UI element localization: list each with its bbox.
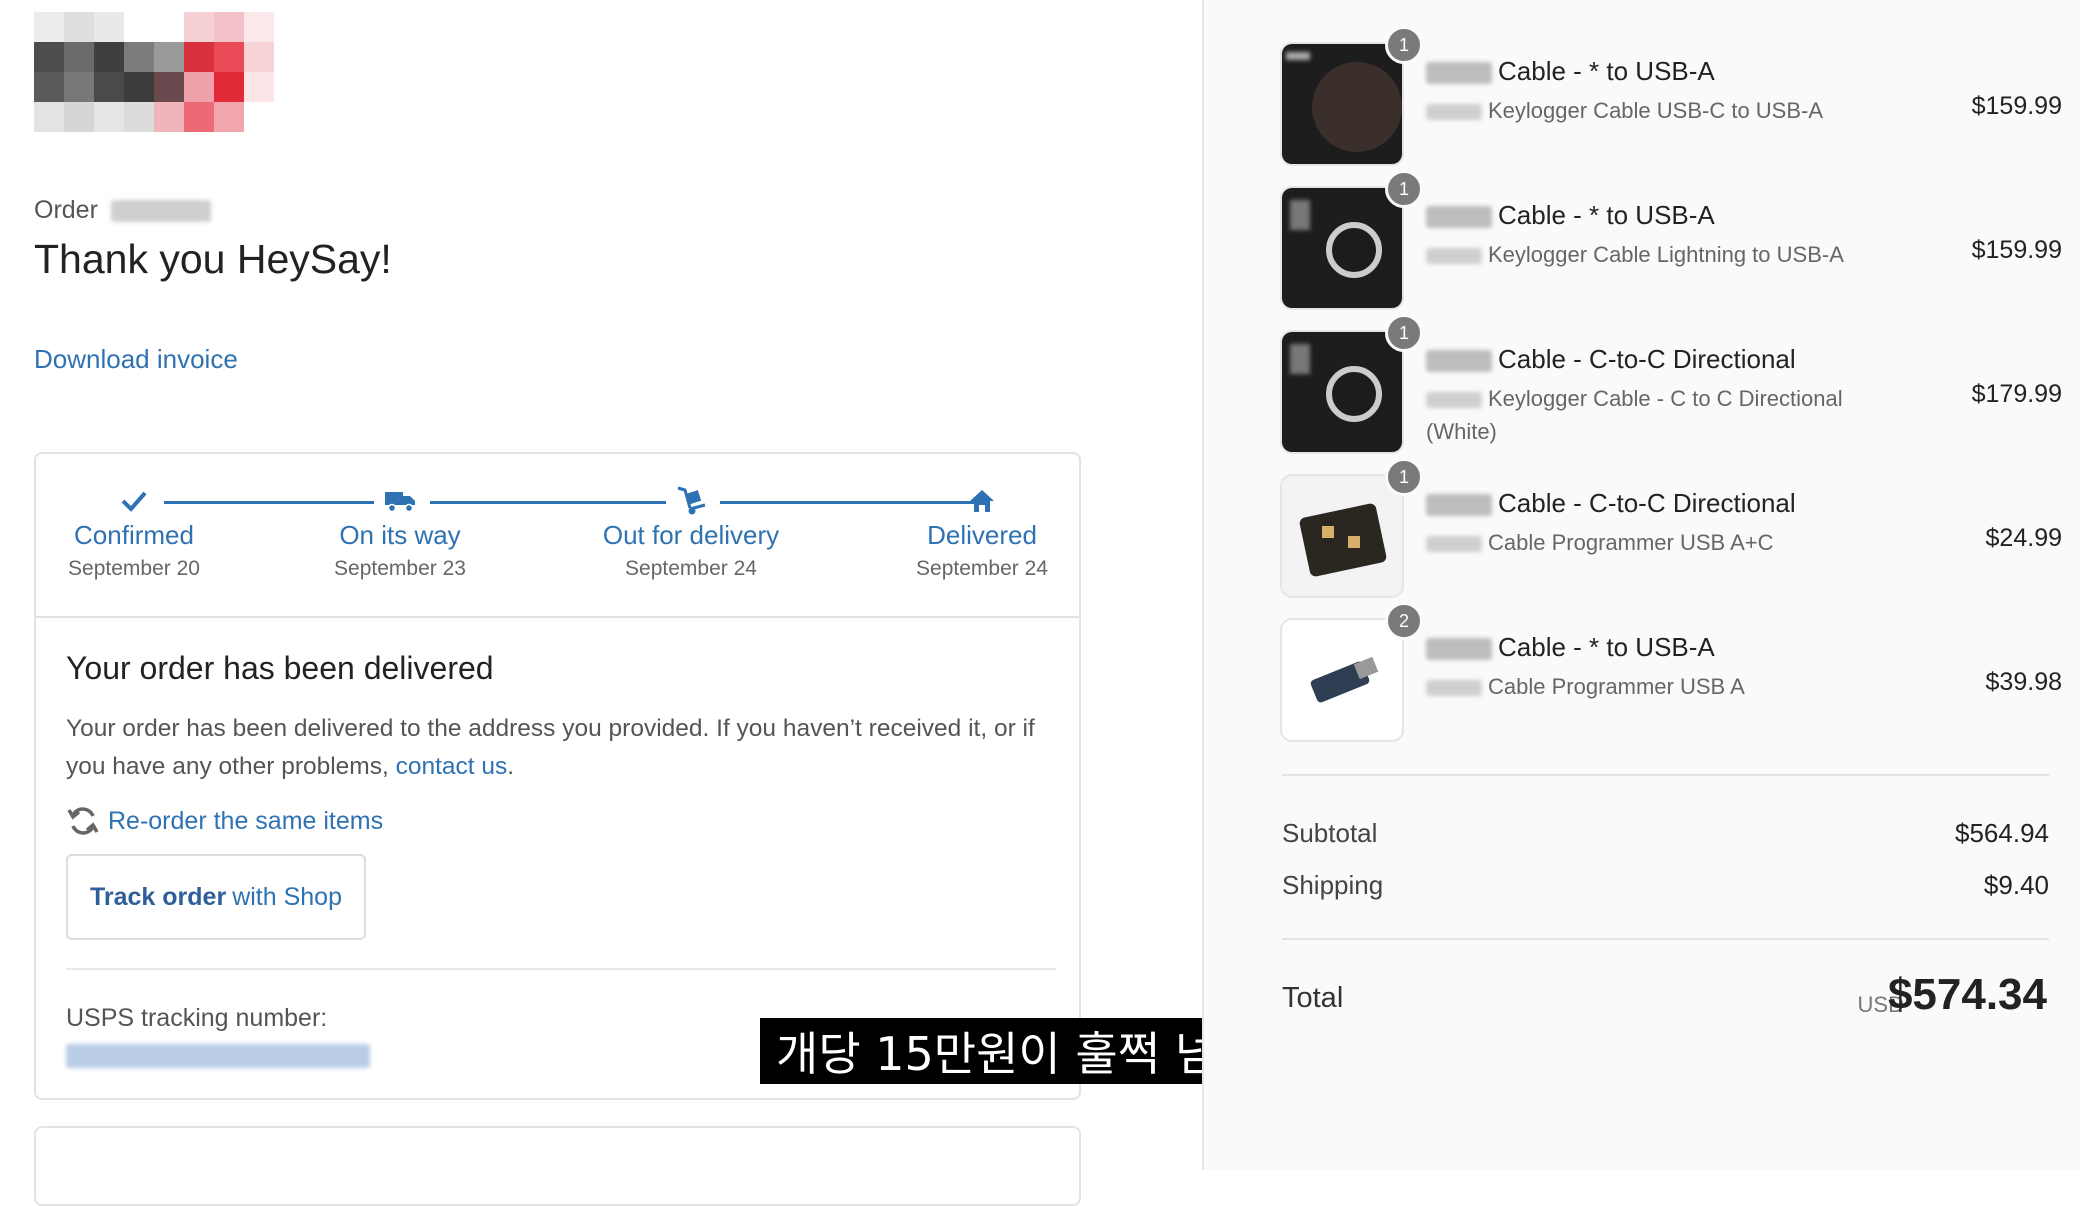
product-image	[1282, 188, 1402, 308]
subtotal-value: $564.94	[1955, 818, 2049, 848]
delivery-status-card: Confirmed September 20 On its way Septem…	[34, 452, 1081, 1100]
quantity-badge: 2	[1385, 602, 1423, 640]
item-name: Cable - * to USB-A	[1426, 56, 1715, 87]
download-invoice-link[interactable]: Download invoice	[34, 344, 238, 375]
subtotal-label: Subtotal	[1282, 818, 1378, 848]
step-on-its-way: On its way September 23	[290, 484, 510, 581]
step-label: Delivered	[927, 520, 1037, 550]
item-variant: Cable Programmer USB A+C	[1426, 526, 1866, 559]
item-price: $39.98	[1985, 668, 2062, 696]
track-order-button[interactable]: Track order with Shop	[66, 854, 366, 940]
step-delivered: Delivered September 24	[872, 484, 1092, 581]
item-price: $179.99	[1971, 380, 2062, 408]
item-name: Cable - * to USB-A	[1426, 200, 1715, 231]
order-status-panel: Order Thank you HeySay! Download invoice…	[0, 0, 1318, 1206]
product-image	[1282, 332, 1402, 452]
store-logo	[34, 12, 274, 132]
step-label: On its way	[339, 520, 461, 550]
total-label: Total	[1282, 982, 1344, 1014]
delivered-message-end: .	[507, 753, 515, 780]
item-variant: Keylogger Cable Lightning to USB-A	[1426, 238, 1866, 271]
delivered-message: Your order has been delivered to the add…	[66, 710, 1056, 786]
item-variant: Keylogger Cable USB-C to USB-A	[1426, 94, 1866, 127]
delivered-message-text: Your order has been delivered to the add…	[66, 715, 1035, 780]
quantity-badge: 1	[1385, 314, 1423, 352]
tracking-label: USPS tracking number:	[66, 1004, 328, 1032]
item-price: $24.99	[1985, 524, 2062, 552]
cart-item: 2 Cable - * to USB-A Cable Programmer US…	[1282, 602, 2062, 750]
cart-item: 1 Cable - * to USB-A Keylogger Cable Lig…	[1282, 170, 2062, 318]
subtotal-row: Subtotal $564.94	[1282, 818, 2049, 849]
total-value: $574.34	[1887, 970, 2047, 1019]
cart-item: 1 Cable - * to USB-A Keylogger Cable USB…	[1282, 26, 2062, 174]
shipping-value: $9.40	[1983, 870, 2049, 900]
quantity-badge: 1	[1385, 170, 1423, 208]
item-price: $159.99	[1971, 92, 2062, 120]
product-image	[1282, 476, 1402, 596]
shipping-row: Shipping $9.40	[1282, 870, 2049, 901]
truck-icon	[290, 484, 510, 518]
divider	[1282, 938, 2049, 940]
order-summary-panel: 1 Cable - * to USB-A Keylogger Cable USB…	[1202, 0, 2080, 1170]
step-label: Out for delivery	[602, 520, 780, 550]
item-name: Cable - * to USB-A	[1426, 632, 1715, 663]
divider	[66, 968, 1056, 970]
divider	[1282, 774, 2049, 776]
quantity-badge: 1	[1385, 26, 1423, 64]
checkmark-icon	[24, 484, 244, 518]
product-image	[1282, 620, 1402, 740]
item-variant: Cable Programmer USB A	[1426, 670, 1866, 703]
step-out-for-delivery: Out for delivery September 24	[581, 484, 801, 581]
item-variant: Keylogger Cable - C to C Directional (Wh…	[1426, 386, 1843, 444]
contact-us-link[interactable]: contact us	[396, 753, 508, 780]
refresh-icon	[67, 807, 99, 835]
progress-tracker: Confirmed September 20 On its way Septem…	[36, 454, 1079, 618]
item-name: Cable - C-to-C Directional	[1426, 488, 1796, 519]
track-order-label: Track order	[90, 882, 227, 911]
tracking-number-redacted[interactable]	[66, 1044, 370, 1068]
cart-item: 1 Cable - C-to-C Directional Keylogger C…	[1282, 314, 2062, 462]
cart-item: 1 Cable - C-to-C Directional Cable Progr…	[1282, 458, 2062, 606]
item-name: Cable - C-to-C Directional	[1426, 344, 1796, 375]
home-icon	[872, 484, 1092, 518]
order-id-redacted	[110, 200, 211, 223]
order-details-card	[34, 1126, 1081, 1206]
shipping-label: Shipping	[1282, 870, 1384, 900]
with-shop-label: with Shop	[232, 882, 342, 911]
delivered-heading: Your order has been delivered	[66, 650, 494, 686]
step-date: September 24	[625, 557, 757, 580]
product-image	[1282, 44, 1402, 164]
step-date: September 20	[68, 557, 200, 580]
thank-you-heading: Thank you HeySay!	[34, 236, 392, 282]
reorder-label: Re-order the same items	[108, 806, 384, 835]
item-price: $159.99	[1971, 236, 2062, 264]
hand-truck-icon	[581, 484, 801, 518]
step-date: September 23	[334, 557, 466, 580]
order-number: Order	[34, 196, 211, 225]
reorder-link[interactable]: Re-order the same items	[66, 806, 383, 836]
step-confirmed: Confirmed September 20	[24, 484, 244, 581]
step-label: Confirmed	[74, 520, 194, 550]
quantity-badge: 1	[1385, 458, 1423, 496]
step-date: September 24	[916, 557, 1048, 580]
order-label: Order	[34, 196, 98, 224]
